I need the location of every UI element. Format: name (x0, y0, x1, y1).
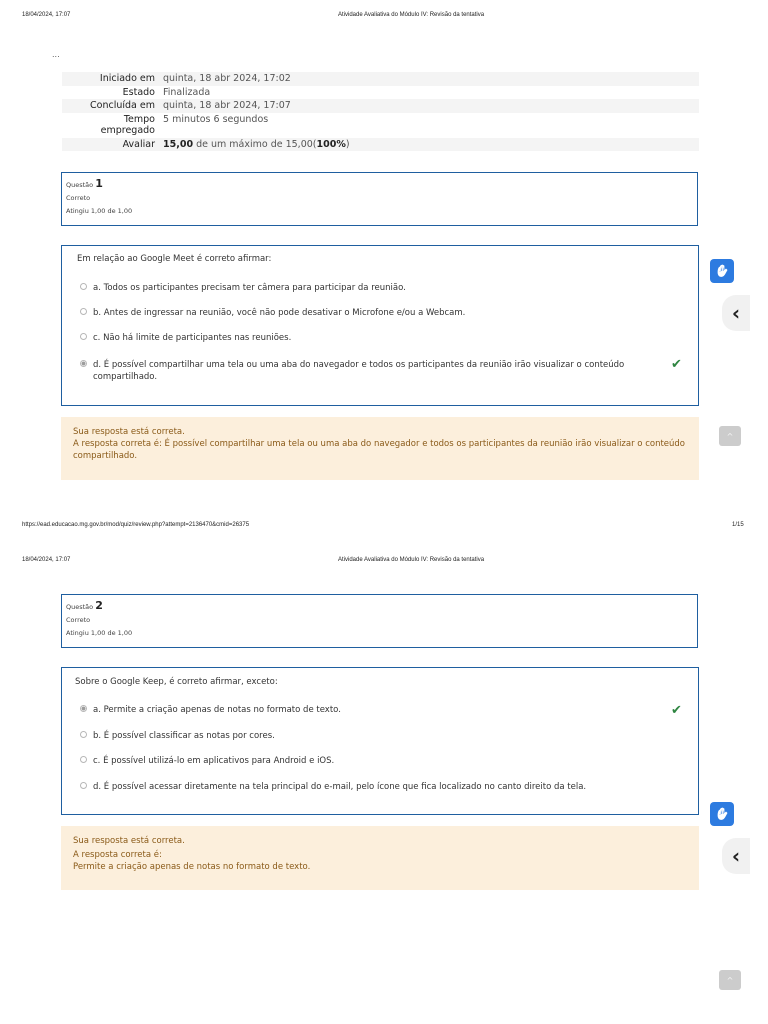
grade-max: 15,00( (285, 138, 317, 150)
summary-row-started: Iniciado em quinta, 18 abr 2024, 17:02 (62, 72, 699, 86)
radio-button[interactable] (80, 731, 87, 738)
feedback-status: Sua resposta está correta. (73, 836, 185, 846)
answer-option-text: a. Todos os participantes precisam ter c… (93, 283, 406, 293)
scroll-to-top-button[interactable]: ^ (719, 970, 741, 990)
summary-label: Concluída em (90, 100, 155, 111)
summary-value: quinta, 18 abr 2024, 17:07 (163, 100, 291, 111)
radio-button[interactable] (80, 283, 87, 290)
answer-option-text: b. É possível classificar as notas por c… (93, 731, 275, 741)
grade-close: ) (345, 138, 350, 150)
radio-button[interactable] (80, 782, 87, 789)
scroll-to-top-button[interactable]: ^ (719, 426, 741, 446)
hand-icon (717, 807, 728, 820)
breadcrumb-ellipsis: ... (52, 50, 60, 59)
radio-button[interactable] (80, 333, 87, 340)
answer-option-text: c. É possível utilizá-lo em aplicativos … (93, 756, 335, 766)
feedback-right-answer: A resposta correta é: É possível compart… (73, 439, 686, 461)
print-doc-title: Atividade Avaliativa do Módulo IV: Revis… (338, 12, 485, 18)
radio-button[interactable] (80, 308, 87, 315)
attempt-summary-table: Iniciado em quinta, 18 abr 2024, 17:02 E… (62, 72, 699, 151)
question-text: Sobre o Google Keep, é correto afirmar, … (75, 677, 278, 687)
hand-icon (717, 264, 728, 277)
question-number-value: 2 (95, 599, 103, 612)
grade-percent: 100% (316, 138, 346, 150)
grade-mid: de um máximo de (193, 138, 286, 150)
question-number: Questão 1 (66, 177, 693, 192)
question-1-info: Questão 1 Correto Atingiu 1,00 de 1,00 (61, 172, 698, 226)
summary-value: 5 minutos 6 segundos (163, 113, 269, 125)
answer-option-d[interactable]: d. É possível compartilhar uma tela ou u… (80, 359, 660, 383)
summary-value: quinta, 18 abr 2024, 17:02 (163, 73, 291, 84)
answer-option-text: c. Não há limite de participantes nas re… (93, 333, 292, 343)
correct-check-icon: ✔ (671, 357, 682, 372)
answer-option-text: d. É possível compartilhar uma tela ou u… (93, 360, 625, 382)
summary-row-grade: Avaliar 15,00 de um máximo de 15,00(100%… (62, 137, 699, 152)
question-marks: Atingiu 1,00 de 1,00 (66, 629, 133, 637)
radio-button-selected[interactable] (80, 360, 87, 367)
chevron-left-icon[interactable]: ‹ (722, 838, 750, 874)
summary-value: Finalizada (163, 86, 211, 98)
answer-option-text: b. Antes de ingressar na reunião, você n… (93, 308, 466, 318)
summary-value-grade: 15,00 de um máximo de 15,00(100%) (159, 138, 699, 152)
question-word: Questão (66, 603, 96, 611)
accessibility-hand-icon[interactable] (710, 259, 734, 283)
print-date: 18/04/2024, 17:07 (22, 557, 71, 563)
time-label-line1: Tempo (123, 113, 155, 125)
summary-label: Estado (122, 86, 155, 98)
question-text: Em relação ao Google Meet é correto afir… (77, 254, 272, 264)
question-2-feedback: Sua resposta está correta. A resposta co… (61, 826, 699, 890)
print-doc-title: Atividade Avaliativa do Módulo IV: Revis… (338, 557, 485, 563)
question-marks: Atingiu 1,00 de 1,00 (66, 207, 133, 215)
question-2-info: Questão 2 Correto Atingiu 1,00 de 1,00 (61, 594, 698, 648)
summary-label: Avaliar (122, 138, 155, 150)
summary-label: Iniciado em (99, 73, 155, 84)
accessibility-hand-icon[interactable] (710, 802, 734, 826)
question-number-value: 1 (95, 177, 103, 190)
feedback-right-answer: Permite a criação apenas de notas no for… (73, 862, 311, 872)
radio-button-selected[interactable] (80, 705, 87, 712)
radio-button[interactable] (80, 756, 87, 763)
answer-option-c[interactable]: c. É possível utilizá-lo em aplicativos … (80, 755, 334, 767)
summary-row-state: Estado Finalizada (62, 85, 699, 99)
question-number: Questão 2 (66, 599, 693, 614)
summary-row-completed: Concluída em quinta, 18 abr 2024, 17:07 (62, 99, 699, 113)
question-status: Correto (66, 194, 91, 202)
answer-option-b[interactable]: b. É possível classificar as notas por c… (80, 730, 275, 742)
feedback-status: Sua resposta está correta. (73, 427, 185, 437)
answer-option-a[interactable]: a. Permite a criação apenas de notas no … (80, 704, 341, 716)
answer-option-b[interactable]: b. Antes de ingressar na reunião, você n… (80, 307, 465, 319)
answer-option-a[interactable]: a. Todos os participantes precisam ter c… (80, 282, 406, 294)
question-1-content: Em relação ao Google Meet é correto afir… (61, 245, 699, 406)
answer-option-text: d. É possível acessar diretamente na tel… (93, 782, 587, 792)
print-footer-url: https://ead.educacao.mg.gov.br/mod/quiz/… (22, 522, 250, 528)
question-1-feedback: Sua resposta está correta. A resposta co… (61, 417, 699, 480)
correct-check-icon: ✔ (671, 703, 682, 718)
print-page-number: 1/15 (732, 522, 744, 528)
summary-row-time: Tempo empregado 5 minutos 6 segundos (62, 112, 699, 138)
summary-label: Tempo empregado (62, 113, 159, 138)
question-word: Questão (66, 181, 96, 189)
question-status: Correto (66, 616, 91, 624)
feedback-right-answer-label: A resposta correta é: (73, 850, 162, 860)
chevron-left-icon[interactable]: ‹ (722, 295, 750, 331)
answer-option-text: a. Permite a criação apenas de notas no … (93, 705, 341, 715)
grade-score: 15,00 (163, 138, 194, 150)
time-label-line2: empregado (100, 125, 155, 136)
answer-option-c[interactable]: c. Não há limite de participantes nas re… (80, 332, 291, 344)
print-date: 18/04/2024, 17:07 (22, 12, 71, 18)
question-2-content: Sobre o Google Keep, é correto afirmar, … (61, 667, 699, 815)
answer-option-d[interactable]: d. É possível acessar diretamente na tel… (80, 781, 586, 793)
